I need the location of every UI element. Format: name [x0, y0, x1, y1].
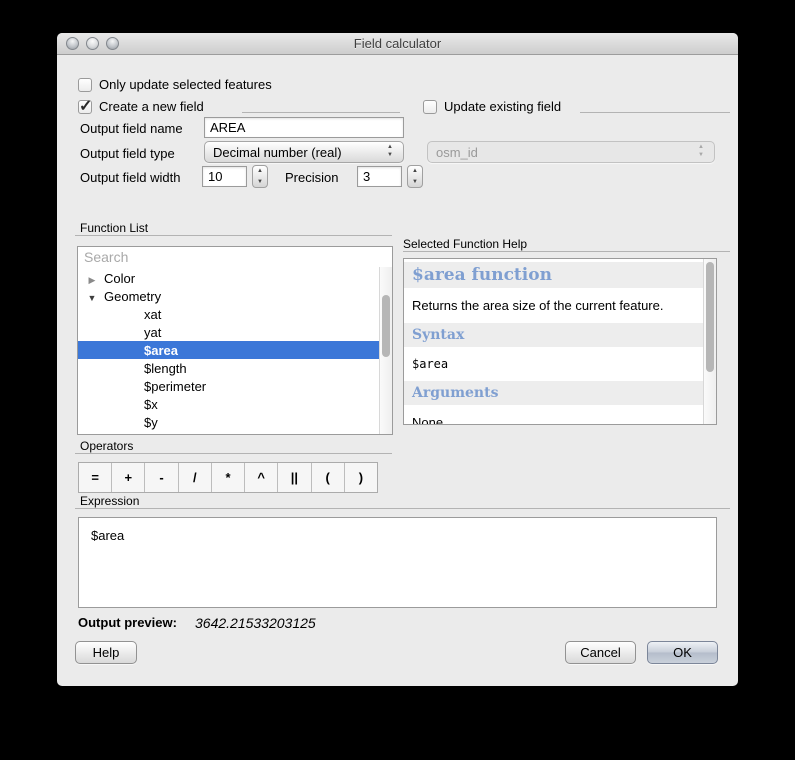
function-tree-scrollbar[interactable]: [379, 267, 392, 434]
title-bar[interactable]: Field calculator: [57, 33, 738, 55]
output-field-type-value: Decimal number (real): [213, 145, 342, 160]
only-update-checkbox-row: Only update selected features: [78, 77, 272, 92]
selected-function-help-label: Selected Function Help: [403, 237, 527, 251]
tree-item-y[interactable]: $y: [78, 413, 379, 431]
function-list-rule: [75, 235, 392, 236]
update-existing-checkbox[interactable]: [423, 100, 437, 114]
output-preview-label: Output preview:: [78, 615, 177, 630]
output-field-name-label: Output field name: [80, 121, 183, 136]
tree-item-length[interactable]: $length: [78, 359, 379, 377]
tree-item-x[interactable]: $x: [78, 395, 379, 413]
dropdown-arrows-icon: [387, 144, 397, 162]
tree-group-geometry[interactable]: Geometry: [78, 287, 379, 305]
scrollbar-thumb[interactable]: [382, 295, 390, 357]
help-arguments-value: None: [404, 415, 703, 425]
output-field-type-dropdown[interactable]: Decimal number (real): [204, 141, 404, 163]
create-new-field-label: Create a new field: [99, 99, 204, 114]
create-new-field-checkbox[interactable]: [78, 100, 92, 114]
dropdown-arrows-icon: [698, 144, 708, 162]
create-new-field-rule: [242, 112, 400, 113]
existing-field-value: osm_id: [436, 145, 478, 160]
ok-button[interactable]: OK: [647, 641, 718, 664]
tree-group-color[interactable]: Color: [78, 269, 379, 287]
field-calculator-dialog: Field calculator Only update selected fe…: [57, 33, 738, 686]
operator-concat-button[interactable]: ||: [278, 463, 311, 492]
operator-equals-button[interactable]: =: [79, 463, 112, 492]
tree-item-yat[interactable]: yat: [78, 323, 379, 341]
output-field-width-input[interactable]: [202, 166, 247, 187]
function-help-panel[interactable]: $area function Returns the area size of …: [403, 258, 717, 425]
collapsed-arrow-icon[interactable]: [86, 271, 98, 286]
help-arguments-heading: Arguments: [412, 385, 498, 401]
operator-buttons: = + - / * ^ || ( ): [78, 462, 378, 493]
help-button[interactable]: Help: [75, 641, 137, 664]
help-syntax-value: $area: [404, 357, 703, 371]
operators-rule: [75, 453, 392, 454]
function-search-input[interactable]: [77, 246, 393, 268]
precision-input[interactable]: [357, 166, 402, 187]
operator-plus-button[interactable]: +: [112, 463, 145, 492]
precision-stepper[interactable]: [407, 165, 423, 188]
update-existing-label: Update existing field: [444, 99, 561, 114]
help-scrollbar[interactable]: [703, 259, 716, 424]
expression-label: Expression: [80, 494, 139, 508]
operator-power-button[interactable]: ^: [245, 463, 278, 492]
expanded-arrow-icon[interactable]: [86, 289, 98, 304]
function-list-label: Function List: [80, 221, 148, 235]
create-new-field-checkbox-row: Create a new field: [78, 99, 204, 114]
operator-multiply-button[interactable]: *: [212, 463, 245, 492]
operator-minus-button[interactable]: -: [145, 463, 178, 492]
update-existing-checkbox-row: Update existing field: [423, 99, 561, 114]
operator-divide-button[interactable]: /: [179, 463, 212, 492]
operators-label: Operators: [80, 439, 133, 453]
tree-item-area[interactable]: $area: [78, 341, 379, 359]
precision-label: Precision: [285, 170, 338, 185]
output-field-name-input[interactable]: [204, 117, 404, 138]
expression-rule: [75, 508, 730, 509]
help-syntax-heading: Syntax: [412, 327, 464, 343]
output-field-width-stepper[interactable]: [252, 165, 268, 188]
tree-item-xat[interactable]: xat: [78, 305, 379, 323]
output-field-width-label: Output field width: [80, 170, 180, 185]
output-field-type-label: Output field type: [80, 146, 175, 161]
help-title: $area function: [412, 265, 552, 285]
scrollbar-thumb[interactable]: [706, 262, 714, 372]
selected-function-help-rule: [403, 251, 730, 252]
desktop-background: Field calculator Only update selected fe…: [0, 0, 795, 760]
help-description: Returns the area size of the current fea…: [404, 298, 703, 313]
only-update-checkbox[interactable]: [78, 78, 92, 92]
existing-field-dropdown: osm_id: [427, 141, 715, 163]
operator-open-paren-button[interactable]: (: [312, 463, 345, 492]
function-tree[interactable]: Color Geometry xat yat $area $length: [77, 267, 393, 435]
only-update-label: Only update selected features: [99, 77, 272, 92]
update-existing-rule: [580, 112, 730, 113]
operator-close-paren-button[interactable]: ): [345, 463, 377, 492]
window-title: Field calculator: [57, 36, 738, 51]
expression-editor[interactable]: $area: [78, 517, 717, 608]
output-preview-value: 3642.21533203125: [195, 615, 316, 631]
cancel-button[interactable]: Cancel: [565, 641, 636, 664]
tree-item-perimeter[interactable]: $perimeter: [78, 377, 379, 395]
